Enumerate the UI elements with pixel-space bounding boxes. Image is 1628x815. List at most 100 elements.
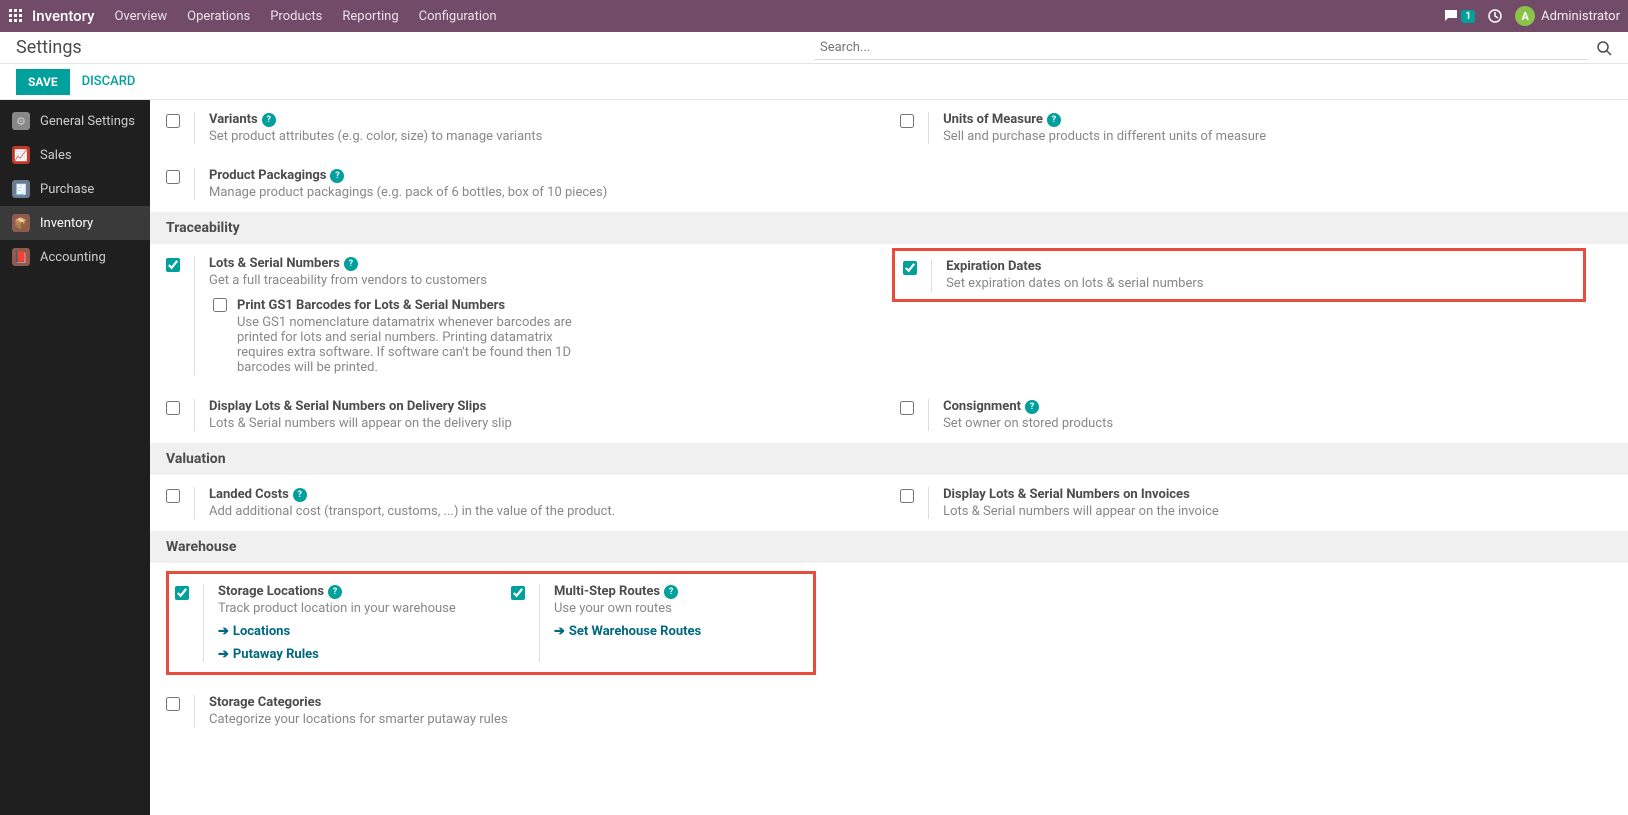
setting-title: Display Lots & Serial Numbers on Invoice… xyxy=(943,487,1190,502)
sidebar-item-purchase[interactable]: 🧾 Purchase xyxy=(0,172,150,206)
sidebar-item-general[interactable]: ⚙ General Settings xyxy=(0,104,150,138)
arrow-icon: ➔ xyxy=(218,624,229,639)
nav-configuration[interactable]: Configuration xyxy=(419,9,497,24)
setting-display-slips: Display Lots & Serial Numbers on Deliver… xyxy=(166,399,860,431)
setting-title: Expiration Dates xyxy=(946,259,1041,274)
arrow-icon: ➔ xyxy=(218,647,229,662)
help-icon[interactable]: ? xyxy=(330,169,344,183)
setting-desc: Manage product packagings (e.g. pack of … xyxy=(209,185,860,200)
sidebar: ⚙ General Settings 📈 Sales 🧾 Purchase 📦 … xyxy=(0,100,150,815)
nav-overview[interactable]: Overview xyxy=(114,9,167,24)
nav-reporting[interactable]: Reporting xyxy=(342,9,398,24)
sidebar-item-label: General Settings xyxy=(40,114,135,129)
setting-title: Multi-Step Routes xyxy=(554,584,660,599)
main-content: Variants? Set product attributes (e.g. c… xyxy=(150,100,1628,815)
link-putaway[interactable]: ➔Putaway Rules xyxy=(218,647,471,662)
help-icon[interactable]: ? xyxy=(262,113,276,127)
arrow-icon: ➔ xyxy=(554,624,565,639)
link-locations[interactable]: ➔Locations xyxy=(218,624,471,639)
sidebar-item-sales[interactable]: 📈 Sales xyxy=(0,138,150,172)
setting-title: Consignment xyxy=(943,399,1021,414)
setting-desc: Sell and purchase products in different … xyxy=(943,129,1594,144)
checkbox-display-slips[interactable] xyxy=(166,401,180,415)
section-traceability: Traceability xyxy=(150,212,1628,244)
checkbox-uom[interactable] xyxy=(900,114,914,128)
save-button[interactable]: SAVE xyxy=(16,69,70,95)
setting-expiration: Expiration Dates Set expiration dates on… xyxy=(892,248,1586,302)
checkbox-storage-loc[interactable] xyxy=(175,586,189,600)
setting-desc: Use your own routes xyxy=(554,601,807,616)
checkbox-variants[interactable] xyxy=(166,114,180,128)
sidebar-item-label: Accounting xyxy=(40,250,106,265)
setting-uom: Units of Measure? Sell and purchase prod… xyxy=(900,112,1594,144)
setting-lots: Lots & Serial Numbers? Get a full tracea… xyxy=(166,256,860,375)
sales-icon: 📈 xyxy=(12,146,30,164)
checkbox-routes[interactable] xyxy=(511,586,525,600)
avatar: A xyxy=(1515,6,1535,26)
sub-option-gs1: Print GS1 Barcodes for Lots & Serial Num… xyxy=(213,298,860,375)
search-icon[interactable] xyxy=(1596,40,1612,56)
setting-landed-costs: Landed Costs? Add additional cost (trans… xyxy=(166,487,860,519)
setting-title: Storage Categories xyxy=(209,695,321,710)
user-label: Administrator xyxy=(1541,9,1620,24)
setting-consignment: Consignment? Set owner on stored product… xyxy=(900,399,1594,431)
help-icon[interactable]: ? xyxy=(344,257,358,271)
setting-storage-categories: Storage Categories Categorize your locat… xyxy=(166,695,860,727)
setting-desc: Lots & Serial numbers will appear on the… xyxy=(943,504,1594,519)
discard-button[interactable]: DISCARD xyxy=(82,74,136,89)
page-title: Settings xyxy=(16,37,82,58)
nav-menu: Overview Operations Products Reporting C… xyxy=(114,9,496,24)
sub-title: Print GS1 Barcodes for Lots & Serial Num… xyxy=(237,298,577,313)
checkbox-display-inv[interactable] xyxy=(900,489,914,503)
help-icon[interactable]: ? xyxy=(664,585,678,599)
setting-desc: Add additional cost (transport, customs,… xyxy=(209,504,860,519)
help-icon[interactable]: ? xyxy=(1047,113,1061,127)
sidebar-item-label: Inventory xyxy=(40,216,93,231)
nav-operations[interactable]: Operations xyxy=(187,9,250,24)
subheader: Settings xyxy=(0,32,1628,64)
setting-title: Variants xyxy=(209,112,258,127)
setting-display-invoices: Display Lots & Serial Numbers on Invoice… xyxy=(900,487,1594,519)
messaging-icon[interactable]: 1 xyxy=(1443,8,1475,24)
section-valuation: Valuation xyxy=(150,443,1628,475)
help-icon[interactable]: ? xyxy=(293,488,307,502)
sub-desc: Use GS1 nomenclature datamatrix whenever… xyxy=(237,315,577,375)
setting-title: Units of Measure xyxy=(943,112,1043,127)
setting-desc: Categorize your locations for smarter pu… xyxy=(209,712,860,727)
setting-title: Storage Locations xyxy=(218,584,324,599)
setting-multi-step-routes: Multi-Step Routes? Use your own routes ➔… xyxy=(511,584,807,662)
nav-products[interactable]: Products xyxy=(270,9,322,24)
section-warehouse: Warehouse xyxy=(150,531,1628,563)
checkbox-lots[interactable] xyxy=(166,258,180,272)
activity-icon[interactable] xyxy=(1487,8,1503,24)
user-menu[interactable]: A Administrator xyxy=(1515,6,1620,26)
search-input[interactable] xyxy=(814,36,1588,60)
checkbox-storage-cat[interactable] xyxy=(166,697,180,711)
gear-icon: ⚙ xyxy=(12,112,30,130)
inventory-icon: 📦 xyxy=(12,214,30,232)
link-set-routes[interactable]: ➔Set Warehouse Routes xyxy=(554,624,807,639)
actionbar: SAVE DISCARD xyxy=(0,64,1628,100)
setting-desc: Get a full traceability from vendors to … xyxy=(209,273,860,288)
apps-icon[interactable] xyxy=(8,8,24,24)
sidebar-item-accounting[interactable]: 📕 Accounting xyxy=(0,240,150,274)
app-brand[interactable]: Inventory xyxy=(32,7,94,25)
setting-desc: Set expiration dates on lots & serial nu… xyxy=(946,276,1575,291)
setting-variants: Variants? Set product attributes (e.g. c… xyxy=(166,112,860,144)
checkbox-expiration[interactable] xyxy=(903,261,917,275)
setting-title: Landed Costs xyxy=(209,487,289,502)
sidebar-item-inventory[interactable]: 📦 Inventory xyxy=(0,206,150,240)
purchase-icon: 🧾 xyxy=(12,180,30,198)
help-icon[interactable]: ? xyxy=(1025,400,1039,414)
sidebar-item-label: Sales xyxy=(40,148,72,163)
topbar: Inventory Overview Operations Products R… xyxy=(0,0,1628,32)
checkbox-packagings[interactable] xyxy=(166,170,180,184)
checkbox-landed[interactable] xyxy=(166,489,180,503)
setting-desc: Track product location in your warehouse xyxy=(218,601,471,616)
checkbox-gs1[interactable] xyxy=(213,298,227,312)
checkbox-consignment[interactable] xyxy=(900,401,914,415)
setting-packagings: Product Packagings? Manage product packa… xyxy=(166,168,860,200)
setting-desc: Set product attributes (e.g. color, size… xyxy=(209,129,860,144)
sidebar-item-label: Purchase xyxy=(40,182,94,197)
help-icon[interactable]: ? xyxy=(328,585,342,599)
